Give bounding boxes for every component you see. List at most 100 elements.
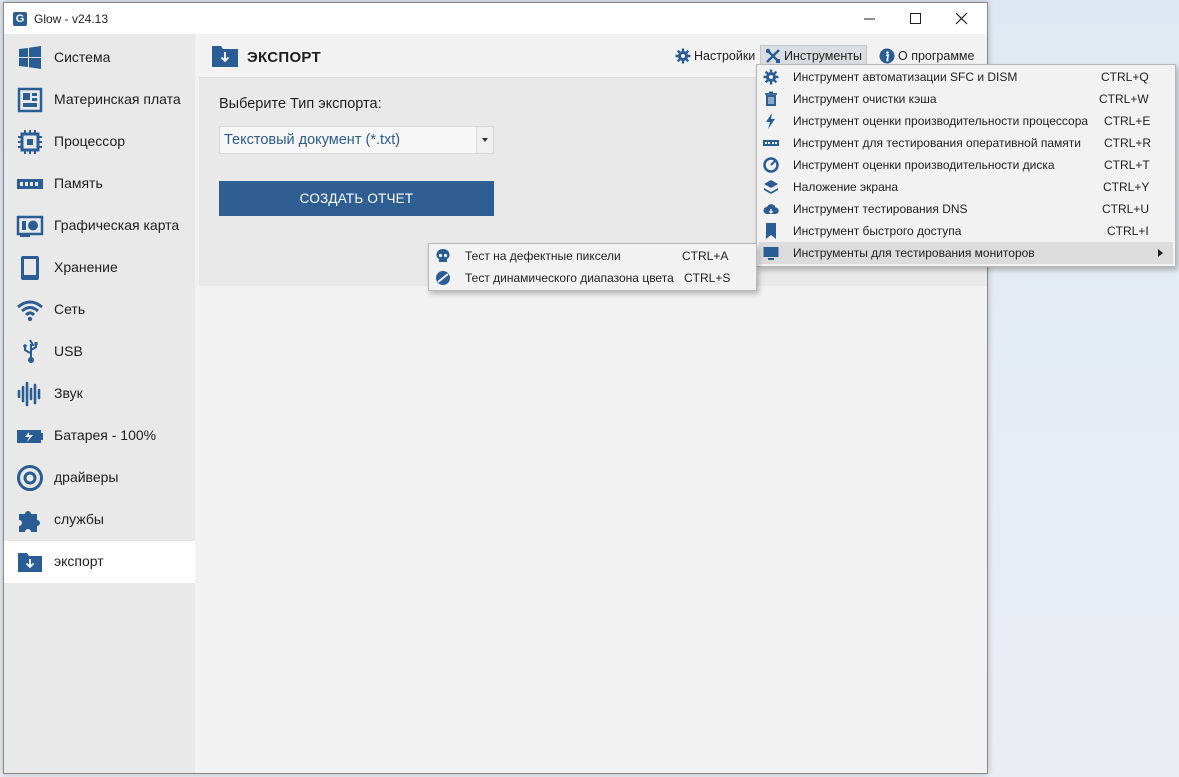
sidebar-item-label: Процессор: [54, 133, 126, 149]
settings-menu-label: Настройки: [694, 49, 756, 63]
gpu-icon: [16, 215, 44, 237]
cpu-icon: [18, 130, 42, 154]
puzzle-icon: [19, 511, 40, 532]
export-folder-icon: [212, 46, 238, 67]
sidebar-item-label: экспорт: [54, 553, 104, 569]
info-icon: [879, 48, 895, 64]
sidebar-item-label: Система: [54, 49, 111, 65]
tools-dropdown-menu: Инструмент автоматизации SFC и DISM CTRL…: [756, 64, 1176, 267]
sidebar-item-label: Материнская плата: [54, 91, 181, 107]
menu-item-shortcut: CTRL+E: [1104, 114, 1151, 128]
menu-item-shortcut: CTRL+Y: [1103, 180, 1150, 194]
menu-item-label: Инструмент оценки производительности дис…: [793, 158, 1055, 172]
close-icon: [956, 13, 968, 25]
sidebar-item-label: службы: [54, 511, 104, 527]
menu-item-label: Инструмент тестирования DNS: [793, 202, 968, 216]
gear-icon: [675, 48, 691, 64]
sidebar-item-sound[interactable]: Звук: [4, 373, 195, 415]
monitor-tools-submenu: Тест на дефектные пиксели CTRL+A Тест ди…: [428, 243, 757, 291]
title-bar: G Glow - v24.13: [4, 3, 987, 34]
sidebar-item-memory[interactable]: Память: [4, 163, 195, 205]
menu-item-sfc-dism[interactable]: Инструмент автоматизации SFC и DISM CTRL…: [759, 66, 1173, 88]
sidebar-item-system[interactable]: Система: [4, 37, 195, 79]
ram-icon: [17, 179, 43, 189]
menu-item-ram-test[interactable]: Инструмент для тестирования оперативной …: [759, 132, 1173, 154]
minimize-icon: [864, 18, 875, 20]
menu-item-label: Инструмент быстрого доступа: [793, 224, 962, 238]
sidebar-item-motherboard[interactable]: Материнская плата: [4, 79, 195, 121]
menu-item-quick-access[interactable]: Инструмент быстрого доступа CTRL+I: [759, 220, 1173, 242]
menu-item-disk-benchmark[interactable]: Инструмент оценки производительности дис…: [759, 154, 1173, 176]
sidebar-item-label: Графическая карта: [54, 217, 180, 233]
motherboard-icon: [17, 87, 43, 113]
gear-shield-icon: [763, 69, 779, 85]
storage-icon: [21, 256, 39, 280]
dropdown-arrow[interactable]: [476, 127, 493, 153]
tools-menu-label: Инструменты: [784, 49, 862, 63]
menu-item-shortcut: CTRL+W: [1099, 92, 1149, 106]
menu-item-screen-overlay[interactable]: Наложение экрана CTRL+Y: [759, 176, 1173, 198]
battery-icon: [17, 430, 43, 443]
sidebar-item-label: Сеть: [54, 301, 86, 317]
sidebar-item-export[interactable]: экспорт: [4, 541, 195, 583]
sidebar-item-battery[interactable]: Батарея - 100%: [4, 415, 195, 457]
sidebar-item-label: USB: [54, 343, 83, 359]
sidebar-item-network[interactable]: Сеть: [4, 289, 195, 331]
menu-item-shortcut: CTRL+A: [682, 249, 729, 263]
tools-icon: [765, 48, 780, 63]
window-title: Glow - v24.13: [34, 12, 109, 26]
close-button[interactable]: [939, 3, 985, 34]
bolt-icon: [766, 113, 775, 129]
about-menu-label: О программе: [898, 49, 975, 63]
layers-icon: [764, 180, 778, 194]
sidebar-item-usb[interactable]: USB: [4, 331, 195, 373]
menu-item-label: Инструмент для тестирования оперативной …: [793, 136, 1081, 150]
trash-icon: [765, 91, 777, 106]
menu-item-shortcut: CTRL+R: [1104, 136, 1152, 150]
export-type-select[interactable]: Текстовый документ (*.txt): [219, 126, 494, 154]
palette-icon: [436, 271, 450, 285]
export-folder-icon: [18, 553, 42, 572]
menu-item-shortcut: CTRL+I: [1107, 224, 1149, 238]
menu-item-label: Наложение экрана: [793, 180, 899, 194]
sidebar-item-label: драйверы: [54, 469, 119, 485]
chevron-right-icon: [1158, 249, 1163, 257]
cloud-icon: [763, 204, 779, 214]
menu-item-label: Тест динамического диапазона цвета: [465, 271, 674, 285]
minimize-button[interactable]: [847, 3, 893, 34]
sidebar-item-gpu[interactable]: Графическая карта: [4, 205, 195, 247]
monitor-icon: [763, 247, 779, 260]
menu-item-label: Инструмент оценки производительности про…: [793, 114, 1089, 128]
bookmark-icon: [766, 223, 776, 239]
chevron-down-icon: [482, 138, 488, 142]
sidebar-item-services[interactable]: службы: [4, 499, 195, 541]
menu-item-dead-pixel-test[interactable]: Тест на дефектные пиксели CTRL+A: [431, 245, 754, 267]
menu-item-label: Инструмент очистки кэша: [793, 92, 937, 106]
windows-icon: [19, 46, 41, 69]
sidebar: Система Материнская плата Процессор Памя…: [4, 34, 195, 773]
sidebar-item-label: Звук: [54, 385, 83, 401]
disc-icon: [17, 465, 43, 491]
menu-item-label: Инструмент автоматизации SFC и DISM: [793, 70, 1018, 84]
menu-item-cpu-benchmark[interactable]: Инструмент оценки производительности про…: [759, 110, 1173, 132]
page-title: ЭКСПОРТ: [247, 49, 321, 66]
export-type-value: Текстовый документ (*.txt): [224, 132, 401, 148]
app-logo-icon: G: [13, 12, 27, 26]
maximize-icon: [910, 13, 921, 24]
menu-item-dns-test[interactable]: Инструмент тестирования DNS CTRL+U: [759, 198, 1173, 220]
sidebar-item-label: Хранение: [54, 259, 118, 275]
maximize-button[interactable]: [893, 3, 939, 34]
menu-item-color-range-test[interactable]: Тест динамического диапазона цвета CTRL+…: [431, 267, 754, 289]
menu-item-shortcut: CTRL+S: [684, 271, 731, 285]
sidebar-item-cpu[interactable]: Процессор: [4, 121, 195, 163]
wifi-icon: [17, 300, 43, 322]
memory-icon: [763, 140, 779, 146]
gauge-icon: [763, 157, 779, 173]
sidebar-item-drivers[interactable]: драйверы: [4, 457, 195, 499]
menu-item-monitor-tools[interactable]: Инструменты для тестирования мониторов: [759, 242, 1173, 264]
create-report-button[interactable]: СОЗДАТЬ ОТЧЕТ: [219, 181, 494, 216]
menu-item-cache-cleaner[interactable]: Инструмент очистки кэша CTRL+W: [759, 88, 1173, 110]
menu-item-shortcut: CTRL+Q: [1101, 70, 1149, 84]
sidebar-item-storage[interactable]: Хранение: [4, 247, 195, 289]
settings-menu-button[interactable]: Настройки: [671, 45, 759, 67]
